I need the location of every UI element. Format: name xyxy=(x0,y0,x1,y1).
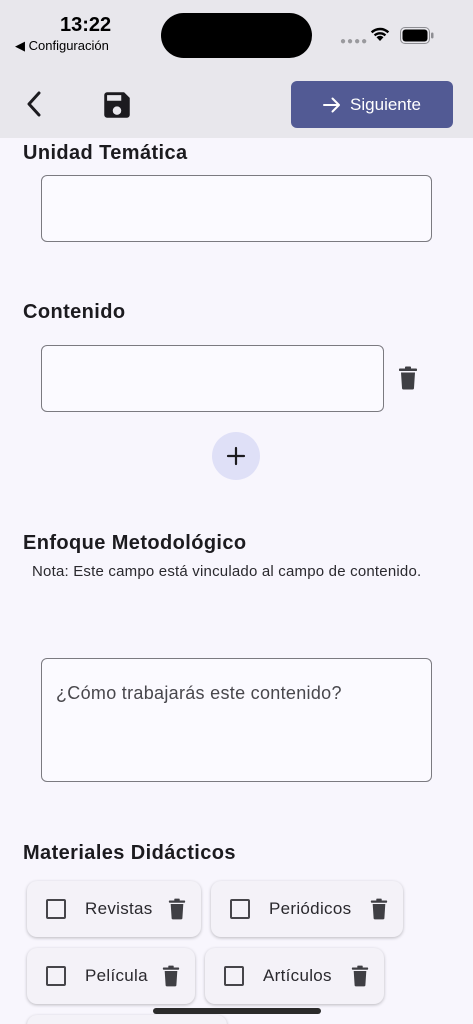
material-label: Revistas xyxy=(85,899,153,918)
material-chip-revistas[interactable]: Revistas xyxy=(27,881,201,937)
material-chip-partial[interactable] xyxy=(27,1015,227,1024)
contenido-input[interactable] xyxy=(41,345,384,412)
status-bar: 13:22 ◀ Configuración ●●●● xyxy=(0,0,473,70)
arrow-right-icon xyxy=(323,97,341,112)
enfoque-note: Nota: Este campo está vinculado al campo… xyxy=(32,563,422,580)
material-label: Película xyxy=(85,966,148,985)
revistas-checkbox[interactable] xyxy=(46,899,66,919)
back-icon xyxy=(27,91,41,117)
plus-icon xyxy=(226,446,246,466)
enfoque-textarea[interactable]: ¿Cómo trabajarás este contenido? xyxy=(41,658,432,782)
trash-icon[interactable] xyxy=(162,965,180,987)
trash-icon[interactable] xyxy=(370,898,388,920)
enfoque-placeholder: ¿Cómo trabajarás este contenido? xyxy=(56,683,342,703)
trash-icon[interactable] xyxy=(168,898,186,920)
back-to-app-link[interactable]: ◀ Configuración xyxy=(15,38,109,54)
enfoque-metodologico-title: Enfoque Metodológico xyxy=(23,532,247,554)
articulos-checkbox[interactable] xyxy=(224,966,244,986)
contenido-title: Contenido xyxy=(23,301,126,323)
save-button[interactable] xyxy=(98,86,136,124)
next-button-label: Siguiente xyxy=(350,94,421,114)
cellular-signal-icon: ●●●● xyxy=(340,36,369,47)
wifi-icon xyxy=(370,27,390,41)
next-button[interactable]: Siguiente xyxy=(291,81,453,128)
trash-icon[interactable] xyxy=(351,965,369,987)
periodicos-checkbox[interactable] xyxy=(230,899,250,919)
materiales-didacticos-title: Materiales Didácticos xyxy=(23,842,236,864)
material-chip-articulos[interactable]: Artículos xyxy=(205,948,384,1004)
add-contenido-button[interactable] xyxy=(212,432,260,480)
trash-icon[interactable] xyxy=(398,366,418,390)
dynamic-island xyxy=(161,13,312,58)
material-label: Periódicos xyxy=(269,899,352,918)
back-button[interactable] xyxy=(18,86,50,122)
pelicula-checkbox[interactable] xyxy=(46,966,66,986)
unidad-tematica-input[interactable] xyxy=(41,175,432,242)
home-indicator xyxy=(153,1008,321,1014)
material-chip-periodicos[interactable]: Periódicos xyxy=(211,881,403,937)
material-label: Artículos xyxy=(263,966,332,985)
status-time: 13:22 xyxy=(60,14,112,36)
unidad-tematica-title: Unidad Temática xyxy=(23,142,188,164)
battery-icon xyxy=(400,27,434,44)
app-bar: Siguiente xyxy=(0,70,473,138)
material-chip-pelicula[interactable]: Película xyxy=(27,948,195,1004)
save-icon xyxy=(104,92,130,118)
